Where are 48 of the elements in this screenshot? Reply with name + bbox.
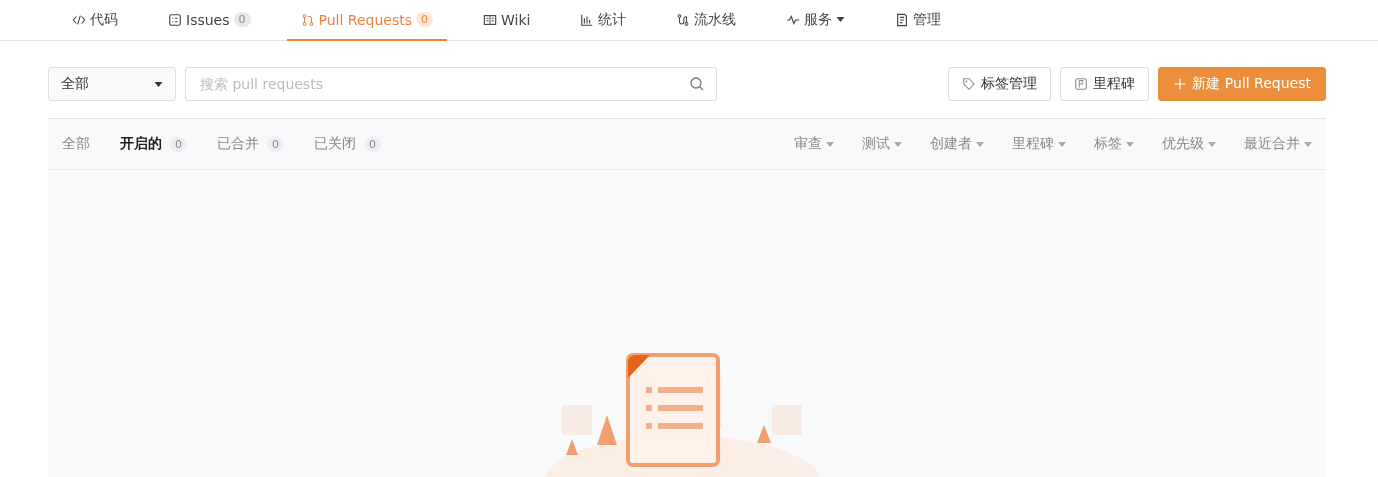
nav-tab[interactable]: Issues 0 — [154, 0, 265, 41]
flag-icon — [1074, 77, 1089, 91]
plus-icon — [1173, 77, 1188, 91]
count-badge: 0 — [170, 136, 187, 152]
scope-dropdown[interactable]: 全部 — [48, 67, 176, 101]
nav-tab[interactable]: 服务 — [772, 0, 860, 41]
caret-icon — [1058, 141, 1066, 147]
count-badge: 0 — [233, 12, 251, 27]
filter-dropdown[interactable]: 测试 — [862, 135, 902, 153]
filter-dropdown[interactable]: 创建者 — [930, 135, 984, 153]
filter-dropdown[interactable]: 里程碑 — [1012, 135, 1066, 153]
new-pull-request-button[interactable]: 新建 Pull Request — [1158, 67, 1326, 101]
nav-tab[interactable]: 统计 — [566, 0, 641, 41]
nav-tab[interactable]: 管理 — [881, 0, 956, 41]
count-badge: 0 — [415, 12, 433, 27]
filter-dropdown[interactable]: 优先级 — [1162, 135, 1216, 153]
book-icon — [482, 12, 497, 27]
caret-icon — [154, 81, 163, 87]
milestones-button[interactable]: 里程碑 — [1060, 67, 1150, 101]
caret-icon — [1304, 141, 1312, 147]
filter-dropdown[interactable]: 标签 — [1094, 135, 1134, 153]
pipeline-icon — [676, 12, 691, 27]
manage-labels-button[interactable]: 标签管理 — [948, 67, 1052, 101]
search-field[interactable]: 搜索 pull requests — [185, 67, 717, 101]
state-tab[interactable]: 已合并 0 — [217, 135, 284, 153]
filter-dropdown[interactable]: 最近合并 — [1244, 135, 1312, 153]
count-badge: 0 — [267, 136, 284, 152]
filter-dropdown[interactable]: 审查 — [794, 135, 834, 153]
tag-icon — [962, 77, 977, 91]
state-tab[interactable]: 全部 — [62, 135, 90, 153]
nav-tab[interactable]: 代码 — [58, 0, 132, 41]
caret-icon — [894, 141, 902, 147]
issues-icon — [168, 12, 182, 27]
nav-tab[interactable]: Pull Requests 0 — [286, 0, 447, 41]
caret-icon — [1126, 141, 1134, 147]
search-icon — [689, 76, 705, 92]
caret-icon — [976, 141, 984, 147]
bar-chart-icon — [580, 12, 595, 27]
caret-icon — [1208, 141, 1216, 147]
document-icon — [895, 12, 910, 27]
count-badge: 0 — [364, 136, 381, 152]
nav-tab[interactable]: Wiki — [468, 0, 545, 41]
pull-request-icon — [300, 12, 315, 27]
caret-icon — [826, 141, 834, 147]
state-tab[interactable]: 已关闭 0 — [314, 135, 381, 153]
nav-tab[interactable]: 流水线 — [662, 0, 751, 41]
pulse-icon — [786, 12, 801, 27]
state-tab[interactable]: 开启的 0 — [120, 135, 187, 153]
